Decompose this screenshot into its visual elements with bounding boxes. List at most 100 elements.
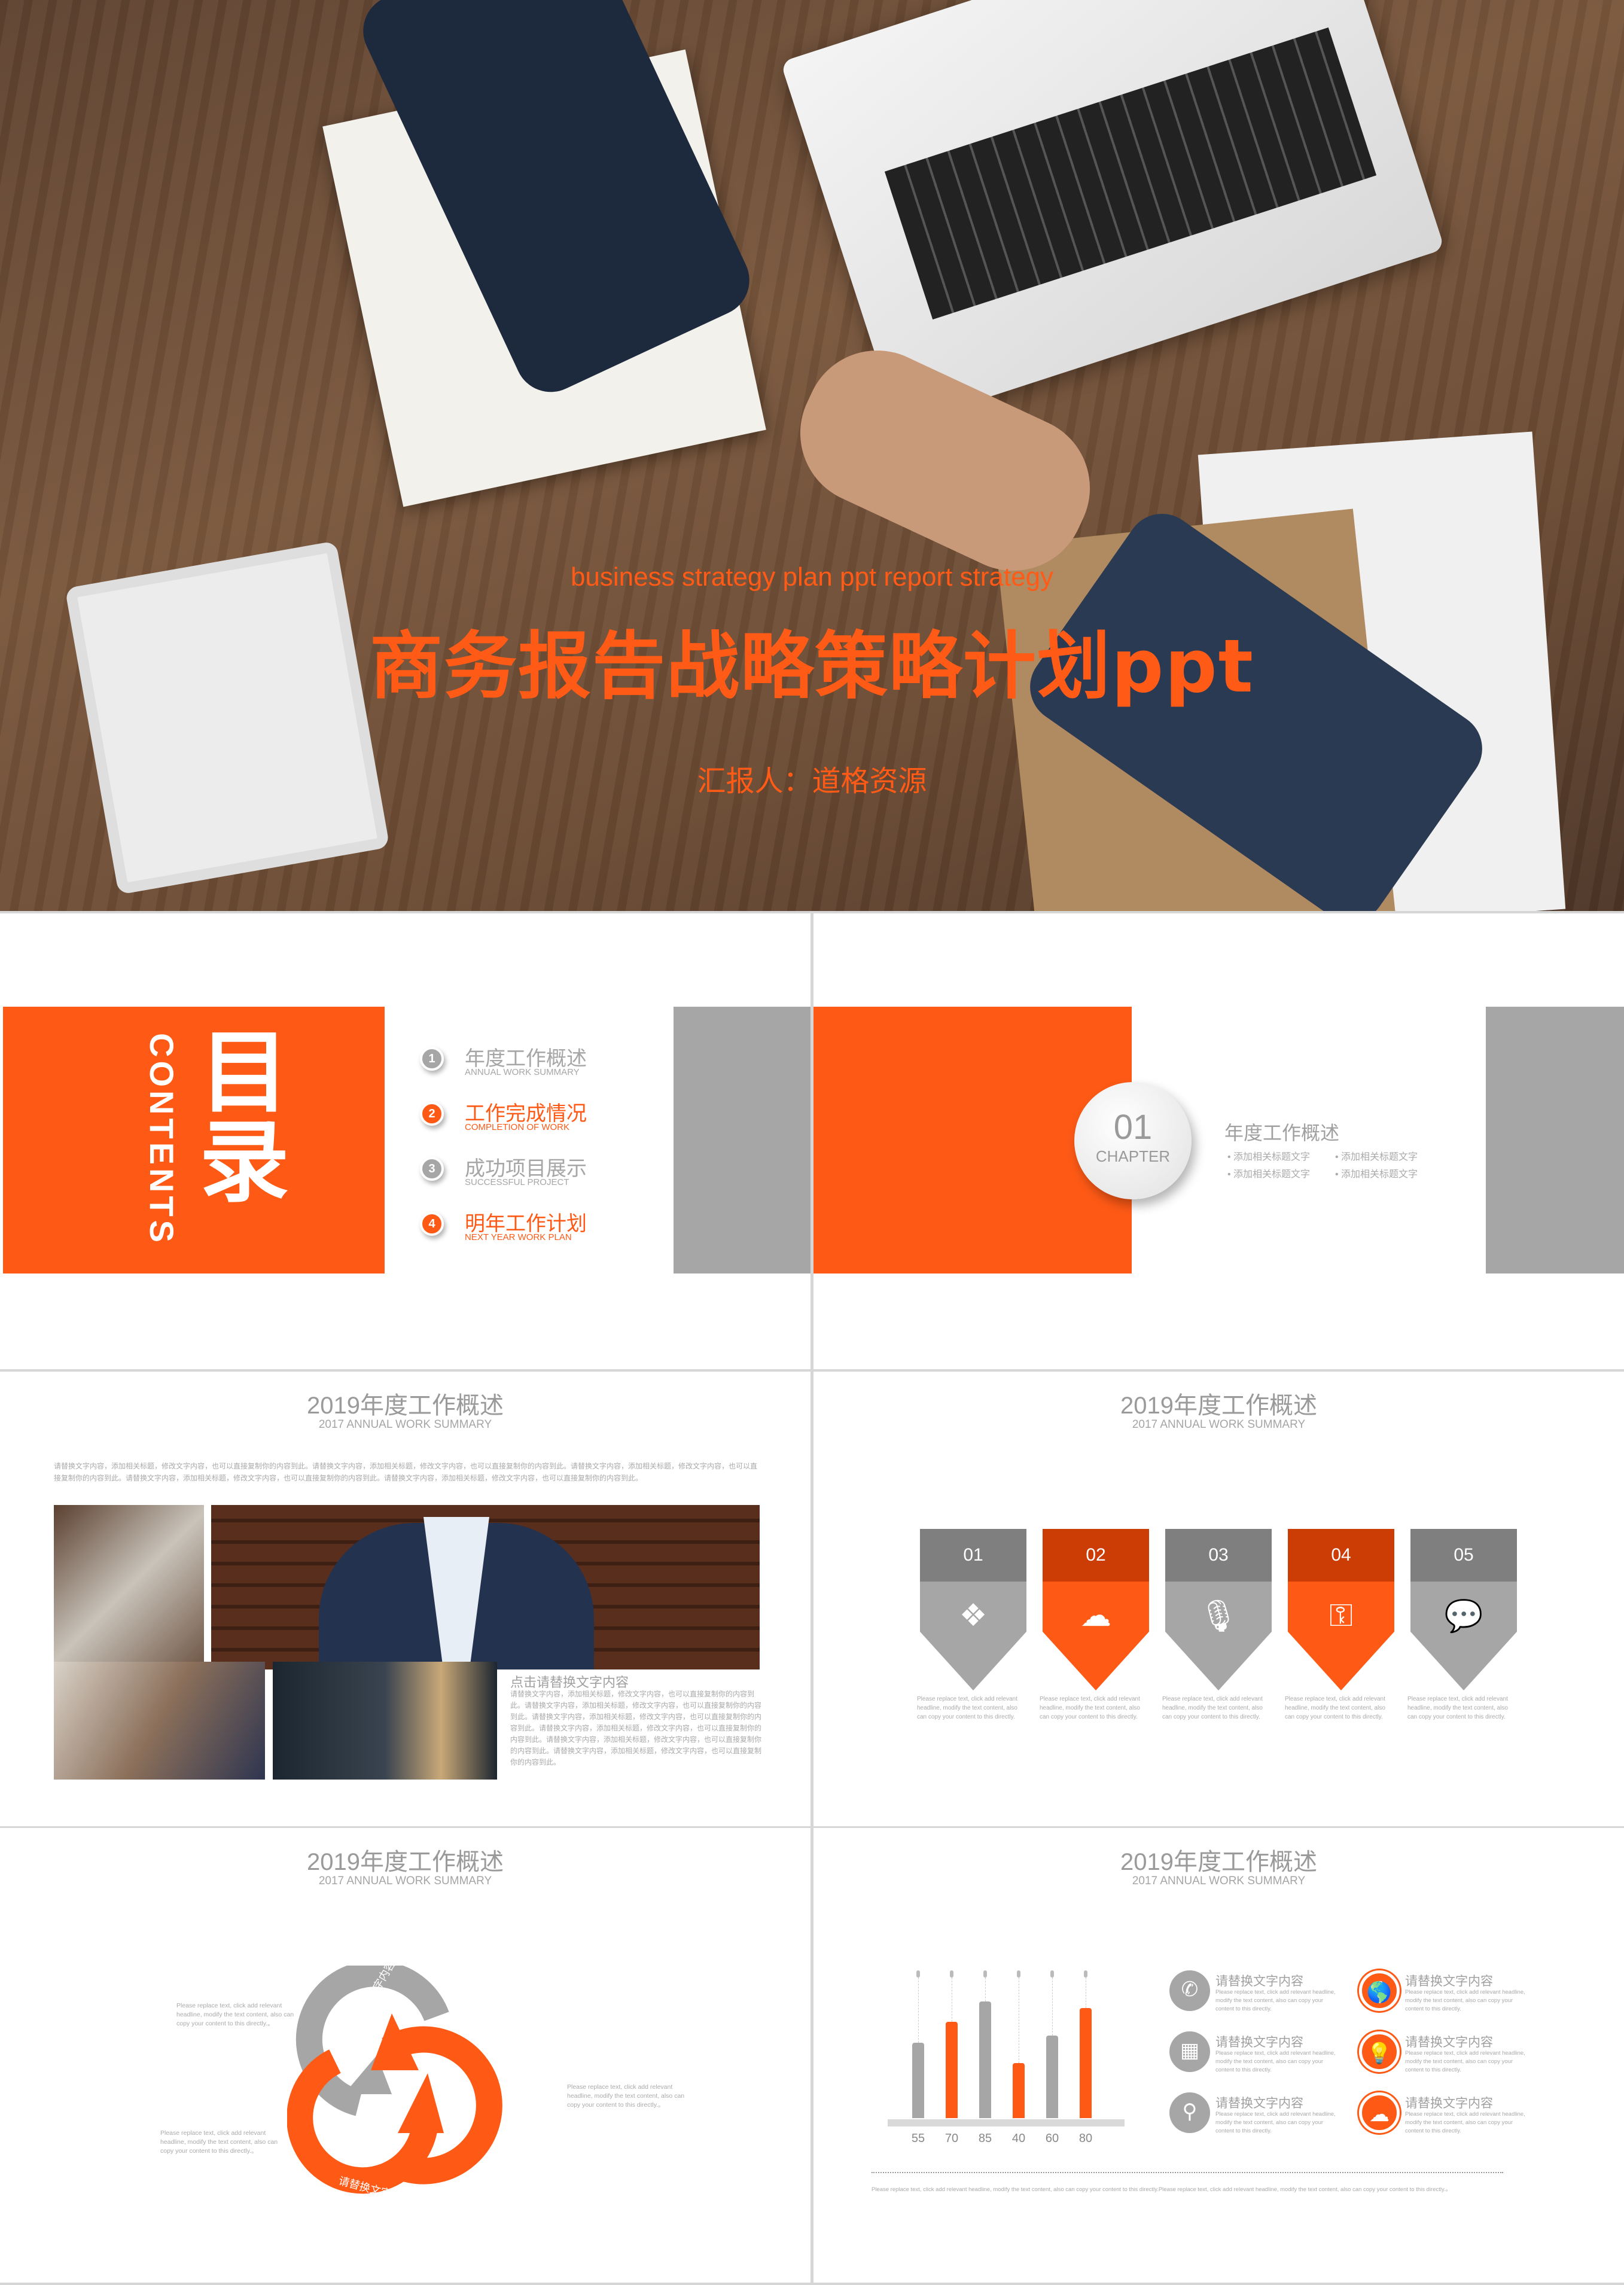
step-text: Please replace text, click add relevant …	[1162, 1696, 1263, 1720]
photo-reading	[54, 1662, 265, 1780]
bar-guide-line	[985, 1978, 986, 2001]
contents-item-2[interactable]: 2 工作完成情况 COMPLETION OF WORK	[420, 1097, 611, 1139]
calendar-icon: ▦	[1169, 2031, 1210, 2072]
slide-subtitle: 2017 ANNUAL WORK SUMMARY	[1132, 1418, 1306, 1431]
cloud-upload-icon: ☁	[1080, 1598, 1111, 1633]
chapter-number: 01	[1113, 1108, 1153, 1147]
bar-2	[946, 2022, 958, 2118]
intro-paragraph: 请替换文字内容，添加相关标题，修改文字内容，也可以直接复制你的内容到此。请替换文…	[54, 1462, 758, 1482]
feature-title: 请替换文字内容	[1405, 2036, 1493, 2049]
bar-guide-dot	[1050, 1970, 1054, 1978]
phone-icon: ✆	[1169, 1970, 1210, 2011]
bar-guide-dot	[916, 1970, 920, 1978]
chapter-badge: 01 CHAPTER	[1074, 1082, 1192, 1199]
step-header: 02	[1043, 1529, 1149, 1582]
bar-5	[1046, 2036, 1058, 2118]
dotted-divider	[872, 2172, 1503, 2173]
slide-title: 2019年度工作概述	[307, 1393, 504, 1419]
contents-number-badge: 2	[420, 1102, 444, 1126]
step-05[interactable]: 05 💬	[1410, 1529, 1517, 1690]
bar-3	[979, 2001, 991, 2118]
step-text: Please replace text, click add relevant …	[1407, 1696, 1508, 1720]
contents-item-3[interactable]: 3 成功项目展示 SUCCESSFUL PROJECT	[420, 1152, 611, 1194]
bar-4	[1013, 2063, 1025, 2118]
slide-subtitle: 2017 ANNUAL WORK SUMMARY	[1132, 1875, 1306, 1887]
feature-item[interactable]: ☁ 请替换文字内容 Please replace text, click add…	[1359, 2092, 1538, 2149]
footnote: Please replace text, click add relevant …	[872, 2186, 1452, 2193]
chapter-slide[interactable]: 01 CHAPTER 年度工作概述 • 添加相关标题文字 • 添加相关标题文字 • …	[813, 913, 1624, 1369]
contents-title-en: CONTENTS	[143, 1033, 181, 1246]
chapter-label: CHAPTER	[1095, 1147, 1171, 1165]
chapter-bullet: • 添加相关标题文字	[1335, 1169, 1418, 1180]
bar-guide-dot	[950, 1970, 953, 1978]
text-block-body: 请替换文字内容，添加相关标题，修改文字内容，也可以直接复制你的内容到此。请替换文…	[510, 1690, 762, 1766]
cover-reporter: 汇报人：道格资源	[697, 766, 927, 797]
bar-guide-line	[1052, 1978, 1053, 2036]
contents-item-subtitle: SUCCESSFUL PROJECT	[465, 1177, 569, 1187]
feature-text: Please replace text, click add relevant …	[1215, 2050, 1336, 2073]
step-text: Please replace text, click add relevant …	[917, 1696, 1017, 1720]
lightbulb-icon: 💡	[1359, 2031, 1400, 2072]
feature-item[interactable]: ⚲ 请替换文字内容 Please replace text, click add…	[1169, 2092, 1349, 2149]
globe-icon: 🌎	[1359, 1970, 1400, 2011]
feature-title: 请替换文字内容	[1405, 2097, 1493, 2110]
contents-number-badge: 4	[420, 1212, 444, 1236]
step-header: 01	[920, 1529, 1026, 1582]
feature-item[interactable]: ▦ 请替换文字内容 Please replace text, click add…	[1169, 2031, 1349, 2088]
step-04[interactable]: 04 ⚿	[1288, 1529, 1394, 1690]
contents-gray-panel	[674, 1007, 811, 1273]
step-01[interactable]: 01 ❖	[920, 1529, 1026, 1690]
chat-bubbles-icon: 💬	[1444, 1599, 1483, 1634]
cover-photo-tablet	[65, 541, 390, 895]
bar-guide-dot	[983, 1970, 987, 1978]
step-header: 05	[1410, 1529, 1517, 1582]
bar-1	[912, 2042, 924, 2118]
contents-slide[interactable]: 目录 CONTENTS 1 年度工作概述 ANNUAL WORK SUMMARY…	[0, 913, 811, 1369]
chapter-gray-panel	[1486, 1007, 1624, 1273]
contents-number-badge: 1	[420, 1047, 444, 1071]
chart-baseline	[888, 2119, 1125, 2126]
slide-subtitle: 2017 ANNUAL WORK SUMMARY	[318, 1418, 492, 1431]
slide-title: 2019年度工作概述	[1120, 1393, 1317, 1419]
key-icon: ⚿	[1329, 1598, 1353, 1633]
cycle-slide[interactable]: 2019年度工作概述 2017 ANNUAL WORK SUMMARY 请替换文…	[0, 1828, 811, 2283]
step-header: 03	[1165, 1529, 1272, 1582]
bar-6	[1080, 2008, 1092, 2118]
slide-title: 2019年度工作概述	[1120, 1849, 1317, 1875]
steps-slide[interactable]: 2019年度工作概述 2017 ANNUAL WORK SUMMARY 01 ❖…	[813, 1372, 1624, 1826]
feature-item[interactable]: ✆ 请替换文字内容 Please replace text, click add…	[1169, 1970, 1349, 2027]
feature-item[interactable]: 💡 请替换文字内容 Please replace text, click add…	[1359, 2031, 1538, 2088]
feature-text: Please replace text, click add relevant …	[1215, 2111, 1336, 2134]
bar-label: 40	[1011, 2132, 1026, 2145]
orange-left-arrowhead	[398, 2073, 444, 2133]
bar-label: 55	[911, 2132, 925, 2145]
feature-text: Please replace text, click add relevant …	[1405, 2050, 1525, 2073]
chapter-title: 年度工作概述	[1224, 1122, 1340, 1144]
step-03[interactable]: 03 🎙	[1165, 1529, 1272, 1690]
cover-slide[interactable]: business strategy plan ppt report strate…	[0, 0, 1624, 911]
contents-title-cn: 目录	[187, 1025, 287, 1204]
feature-text: Please replace text, click add relevant …	[1405, 2111, 1525, 2134]
overview-slide[interactable]: 2019年度工作概述 2017 ANNUAL WORK SUMMARY 请替换文…	[0, 1372, 811, 1826]
contents-item-1[interactable]: 1 年度工作概述 ANNUAL WORK SUMMARY	[420, 1042, 611, 1084]
slide-title: 2019年度工作概述	[307, 1849, 504, 1875]
cover-subtitle: business strategy plan ppt report strate…	[570, 562, 1054, 592]
feature-text: Please replace text, click add relevant …	[1405, 1989, 1525, 2012]
cycle-diagram: 请替换文字内容 请替换文字内容 请替换文字内容	[287, 1966, 531, 2205]
location-pin-icon: ⚲	[1169, 2092, 1210, 2133]
chart-slide[interactable]: 2019年度工作概述 2017 ANNUAL WORK SUMMARY 55 7…	[813, 1828, 1624, 2283]
contents-number-badge: 3	[420, 1157, 444, 1181]
bar-label: 60	[1045, 2132, 1059, 2145]
feature-title: 请替换文字内容	[1215, 2097, 1303, 2110]
bar-guide-dot	[1084, 1970, 1087, 1978]
contents-item-4[interactable]: 4 明年工作计划 NEXT YEAR WORK PLAN	[420, 1207, 611, 1249]
chapter-bullet-text: 添加相关标题文字	[1233, 1169, 1311, 1180]
cycle-text-2: Please replace text, click add relevant …	[567, 2083, 685, 2109]
step-02[interactable]: 02 ☁	[1043, 1529, 1149, 1690]
chapter-bullet-text: 添加相关标题文字	[1233, 1152, 1311, 1162]
cloud-download-icon: ☁	[1359, 2092, 1400, 2133]
feature-item[interactable]: 🌎 请替换文字内容 Please replace text, click add…	[1359, 1970, 1538, 2027]
feature-title: 请替换文字内容	[1215, 2036, 1303, 2049]
photo-women	[273, 1662, 497, 1780]
step-header: 04	[1288, 1529, 1394, 1582]
